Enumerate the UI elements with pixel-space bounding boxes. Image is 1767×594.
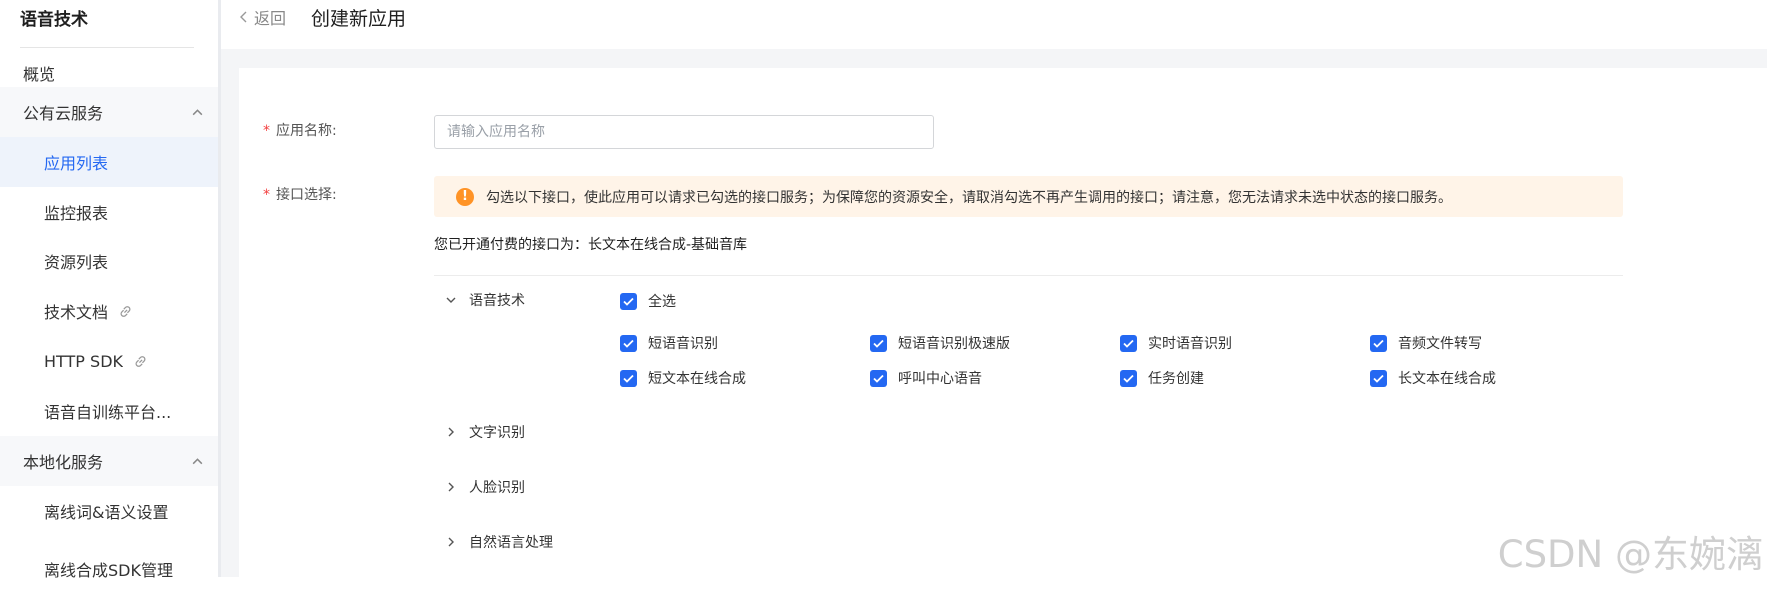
chevron-up-icon (192, 458, 203, 465)
checkbox-checked-icon (620, 369, 637, 387)
api-checkbox-realtime-asr[interactable]: 实时语音识别 (1120, 333, 1232, 353)
checkbox-label: 全选 (648, 294, 676, 310)
checkbox-checked-icon (1370, 369, 1387, 387)
sidebar-item-offline-sdk[interactable]: 离线合成SDK管理 (0, 544, 218, 594)
sidebar-item-self-training[interactable]: 语音自训练平台... (0, 386, 218, 436)
back-button[interactable]: 返回 (238, 5, 286, 29)
sidebar-item-label: 应用列表 (44, 154, 109, 173)
chevron-left-icon (240, 11, 247, 23)
sidebar-item-offline-words[interactable]: 离线词&语义设置 (0, 486, 218, 536)
checkbox-label: 实时语音识别 (1148, 336, 1232, 352)
app-name-label-text: 应用名称: (276, 123, 337, 139)
sidebar-item-label: 公有云服务 (23, 104, 104, 123)
warning-icon: ! (456, 187, 474, 206)
sidebar-item-label: 离线合成SDK管理 (44, 561, 173, 580)
api-group-label: 人脸识别 (469, 480, 525, 496)
checkbox-label: 短文本在线合成 (648, 371, 746, 387)
checkbox-label: 短语音识别极速版 (898, 336, 1010, 352)
api-group-label: 自然语言处理 (469, 535, 553, 551)
link-icon (120, 305, 131, 317)
api-checkbox-short-tts[interactable]: 短文本在线合成 (620, 368, 746, 388)
sidebar-item-label: 本地化服务 (23, 453, 104, 472)
checkbox-checked-icon (620, 292, 637, 310)
sidebar: 语音技术 概览 公有云服务 应用列表 监控报表 资源列表 技术文档 HTTP S… (0, 0, 218, 580)
checkbox-checked-icon (1370, 334, 1387, 352)
required-mark: * (263, 123, 270, 139)
page-title: 创建新应用 (311, 8, 407, 30)
checkbox-checked-icon (1120, 334, 1137, 352)
api-group-label: 文字识别 (469, 425, 525, 441)
api-group-face[interactable]: 人脸识别 (444, 477, 525, 497)
link-icon (135, 355, 146, 367)
chevron-down-icon (446, 297, 456, 303)
sidebar-title: 语音技术 (20, 10, 88, 30)
sidebar-item-resource-list[interactable]: 资源列表 (0, 236, 218, 286)
api-group-nlp[interactable]: 自然语言处理 (444, 532, 553, 552)
checkbox-label: 呼叫中心语音 (898, 371, 982, 387)
api-checkbox-short-asr[interactable]: 短语音识别 (620, 333, 718, 353)
sidebar-item-label: 资源列表 (44, 253, 109, 272)
api-checkbox-long-tts[interactable]: 长文本在线合成 (1370, 368, 1496, 388)
api-group-ocr[interactable]: 文字识别 (444, 422, 525, 442)
header: 返回 创建新应用 (221, 0, 1767, 49)
required-mark: * (263, 187, 270, 203)
alert-text: 勾选以下接口，使此应用可以请求已勾选的接口服务；为保障您的资源安全，请取消勾选不… (486, 189, 1452, 206)
api-select-label-text: 接口选择: (276, 187, 337, 203)
api-checkbox-short-asr-fast[interactable]: 短语音识别极速版 (870, 333, 1010, 353)
app-name-label: * 应用名称: (263, 120, 337, 140)
chevron-right-icon (448, 537, 454, 547)
sidebar-item-label: 概览 (23, 65, 56, 84)
sidebar-item-label: 技术文档 (44, 303, 109, 322)
sidebar-group-public-cloud[interactable]: 公有云服务 (0, 87, 218, 137)
sidebar-item-tech-docs[interactable]: 技术文档 (0, 286, 218, 336)
api-checkbox-audio-transcribe[interactable]: 音频文件转写 (1370, 333, 1482, 353)
checkbox-checked-icon (870, 369, 887, 387)
chevron-right-icon (448, 482, 454, 492)
api-group-label: 语音技术 (469, 293, 525, 309)
sidebar-group-local-service[interactable]: 本地化服务 (0, 436, 218, 486)
api-group-speech[interactable]: 语音技术 (444, 290, 525, 310)
checkbox-checked-icon (620, 334, 637, 352)
sidebar-item-http-sdk[interactable]: HTTP SDK (0, 336, 218, 386)
back-label: 返回 (254, 9, 287, 28)
app-name-input[interactable] (434, 115, 934, 149)
chevron-up-icon (192, 109, 203, 116)
paid-api-text: 您已开通付费的接口为：长文本在线合成-基础音库 (434, 237, 748, 253)
sidebar-item-label: 离线词&语义设置 (44, 503, 169, 522)
info-alert: ! 勾选以下接口，使此应用可以请求已勾选的接口服务；为保障您的资源安全，请取消勾… (434, 176, 1623, 217)
sidebar-item-app-list[interactable]: 应用列表 (0, 137, 218, 187)
divider (434, 275, 1623, 276)
checkbox-checked-icon (1120, 369, 1137, 387)
checkbox-label: 短语音识别 (648, 336, 718, 352)
api-checkbox-call-center[interactable]: 呼叫中心语音 (870, 368, 982, 388)
sidebar-item-label: 监控报表 (44, 204, 109, 223)
api-checkbox-task-create[interactable]: 任务创建 (1120, 368, 1204, 388)
checkbox-label: 长文本在线合成 (1398, 371, 1496, 387)
sidebar-item-label: HTTP SDK (44, 351, 123, 371)
checkbox-label: 音频文件转写 (1398, 336, 1482, 352)
watermark: CSDN @东婉漓 (1497, 533, 1763, 576)
chevron-right-icon (448, 427, 454, 437)
sidebar-item-label: 语音自训练平台... (44, 403, 172, 422)
select-all-checkbox[interactable]: 全选 (620, 291, 676, 311)
checkbox-label: 任务创建 (1148, 371, 1204, 387)
sidebar-item-monitor-report[interactable]: 监控报表 (0, 187, 218, 237)
checkbox-checked-icon (870, 334, 887, 352)
api-select-label: * 接口选择: (263, 184, 337, 204)
